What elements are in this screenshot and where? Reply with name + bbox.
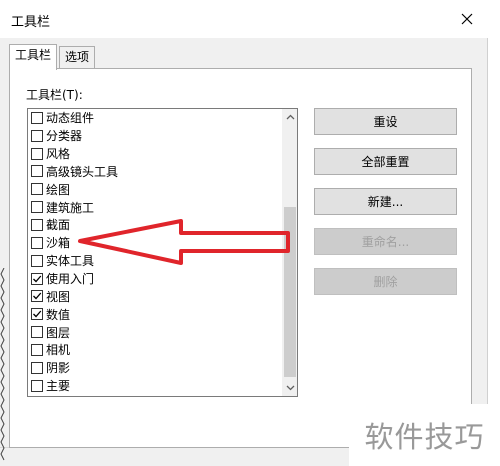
list-item-label: 风格	[46, 147, 71, 162]
checkmark-icon	[33, 310, 42, 318]
list-item-label: 动态组件	[46, 111, 95, 126]
list-item[interactable]: 图层	[28, 323, 282, 341]
checkbox[interactable]	[31, 272, 43, 285]
list-item[interactable]: 分类器	[28, 127, 282, 145]
checkbox[interactable]	[31, 343, 43, 356]
watermark: 软件技巧	[349, 404, 500, 466]
list-item-label: 分类器	[46, 129, 83, 144]
tab-panel: 工具栏(T): 动态组件分类器风格高级镜头工具 绘图建筑施工截面沙箱实体工具使用入…	[9, 68, 472, 448]
list-item-label: 沙箱	[46, 236, 71, 251]
list-item[interactable]: 建筑施工	[28, 198, 282, 216]
watermark-text: 软件技巧	[364, 420, 485, 454]
list-item-label: 相机	[46, 343, 71, 358]
tab-options[interactable]: 选项	[59, 46, 96, 69]
list-item[interactable]: 风格	[28, 145, 282, 163]
title-bar: 工具栏	[0, 0, 488, 38]
scroll-down-button[interactable]	[282, 380, 297, 396]
checkmark-icon	[33, 275, 42, 282]
list-item-label: 绘图	[46, 182, 71, 197]
checkbox[interactable]	[31, 326, 43, 339]
list-item[interactable]: 高级镜头工具	[28, 163, 282, 181]
list-item[interactable]: 视图	[28, 287, 282, 305]
list-item-label: 数值	[46, 307, 71, 322]
checkbox[interactable]	[31, 290, 43, 303]
chevron-up-icon	[286, 114, 294, 120]
edge-artifact	[0, 268, 5, 461]
list-item-label: 视图	[46, 289, 71, 304]
list-item[interactable]: 实体工具	[28, 252, 282, 270]
checkbox[interactable]	[31, 236, 43, 249]
list-item-label: 主要	[46, 379, 71, 394]
checkbox[interactable]	[31, 201, 43, 214]
list-item-label: 高级镜头工具	[46, 164, 119, 179]
close-button[interactable]	[456, 8, 478, 30]
new-button[interactable]: 新建...	[314, 188, 457, 215]
checkbox[interactable]	[31, 129, 43, 142]
scroll-up-button[interactable]	[282, 109, 297, 125]
window-title: 工具栏	[11, 15, 51, 30]
list-item[interactable]: 动态组件	[28, 109, 282, 127]
checkbox[interactable]	[31, 361, 43, 374]
list-item-label: 建筑施工	[46, 200, 95, 215]
list-item[interactable]: 相机	[28, 341, 282, 359]
toolbars-dialog: 工具栏 工具栏 选项 工具栏(T): 动态组件分类器风格高级镜头工具 绘图建筑施工…	[0, 0, 488, 466]
list-item[interactable]: 主要	[28, 377, 282, 395]
scroll-thumb[interactable]	[284, 207, 296, 377]
vertical-scrollbar[interactable]	[282, 109, 297, 396]
checkbox[interactable]	[31, 218, 43, 231]
checkbox[interactable]	[31, 165, 43, 178]
list-item-label: 阴影	[46, 361, 71, 376]
list-item-label: 实体工具	[46, 254, 95, 269]
checkbox[interactable]	[31, 379, 43, 392]
reset-all-button[interactable]: 全部重置	[314, 148, 457, 175]
list-item-label: 使用入门	[46, 272, 95, 287]
list-item-label: 截面	[46, 218, 71, 233]
reset-button[interactable]: 重设	[314, 108, 457, 135]
list-item[interactable]: 沙箱	[28, 234, 282, 252]
list-item[interactable]: 截面	[28, 216, 282, 234]
toolbar-list[interactable]: 动态组件分类器风格高级镜头工具 绘图建筑施工截面沙箱实体工具使用入门视图数值图层相…	[27, 108, 298, 397]
checkbox[interactable]	[31, 254, 43, 267]
tab-toolbars[interactable]: 工具栏	[9, 44, 58, 70]
close-icon	[461, 13, 473, 25]
checkbox[interactable]	[31, 308, 43, 321]
toolbar-list-label: 工具栏(T):	[26, 88, 83, 102]
list-item[interactable]: 使用入门	[28, 270, 282, 288]
checkmark-icon	[33, 292, 42, 300]
list-item-label: 图层	[46, 325, 71, 340]
list-item[interactable]: 数值	[28, 305, 282, 323]
checkbox[interactable]	[31, 147, 43, 160]
checkbox[interactable]	[31, 111, 43, 124]
chevron-down-icon	[286, 385, 294, 391]
list-item[interactable]: 绘图	[28, 180, 282, 198]
checkbox[interactable]	[31, 183, 43, 196]
list-item[interactable]: 阴影	[28, 359, 282, 377]
toolbar-list-items: 动态组件分类器风格高级镜头工具 绘图建筑施工截面沙箱实体工具使用入门视图数值图层相…	[28, 109, 282, 395]
delete-button[interactable]: 删除	[314, 268, 457, 295]
rename-button[interactable]: 重命名...	[314, 228, 457, 255]
